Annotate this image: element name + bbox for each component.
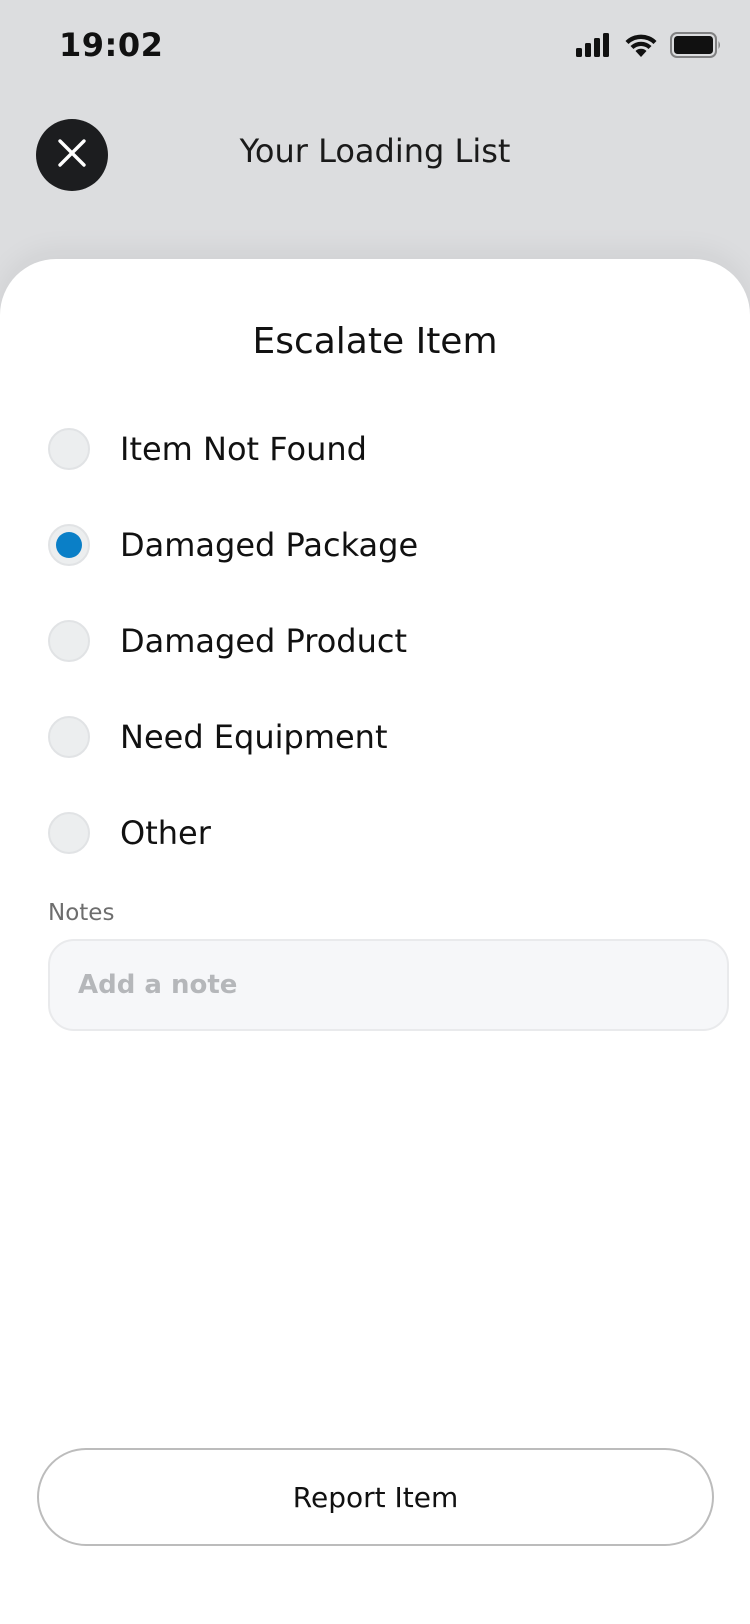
radio-button[interactable] xyxy=(48,812,90,854)
option-damaged-package[interactable]: Damaged Package xyxy=(48,497,708,593)
option-damaged-product[interactable]: Damaged Product xyxy=(48,593,708,689)
escalation-options: Item Not Found Damaged Package Damaged P… xyxy=(48,401,708,881)
status-time: 19:02 xyxy=(59,26,164,64)
option-label: Damaged Product xyxy=(120,622,408,660)
signal-icon xyxy=(576,33,612,61)
option-label: Item Not Found xyxy=(120,430,367,468)
option-item-not-found[interactable]: Item Not Found xyxy=(48,401,708,497)
option-need-equipment[interactable]: Need Equipment xyxy=(48,689,708,785)
option-label: Other xyxy=(120,814,211,852)
sheet-title: Escalate Item xyxy=(252,321,498,362)
escalate-sheet: Escalate Item Item Not Found Damaged Pac… xyxy=(0,259,750,1624)
header-title: Your Loading List xyxy=(239,132,511,170)
radio-button[interactable] xyxy=(48,524,90,566)
status-icons xyxy=(576,32,722,62)
notes-input[interactable] xyxy=(48,939,729,1031)
report-item-button[interactable]: Report Item xyxy=(37,1448,714,1546)
radio-button[interactable] xyxy=(48,620,90,662)
option-other[interactable]: Other xyxy=(48,785,708,881)
radio-button[interactable] xyxy=(48,716,90,758)
option-label: Damaged Package xyxy=(120,526,419,564)
notes-label: Notes xyxy=(48,900,115,926)
battery-icon xyxy=(670,32,722,62)
radio-button[interactable] xyxy=(48,428,90,470)
status-bar: 19:02 xyxy=(0,0,750,96)
wifi-icon xyxy=(624,32,658,62)
header: Your Loading List xyxy=(0,96,750,216)
option-label: Need Equipment xyxy=(120,718,388,756)
radio-dot xyxy=(56,532,82,558)
